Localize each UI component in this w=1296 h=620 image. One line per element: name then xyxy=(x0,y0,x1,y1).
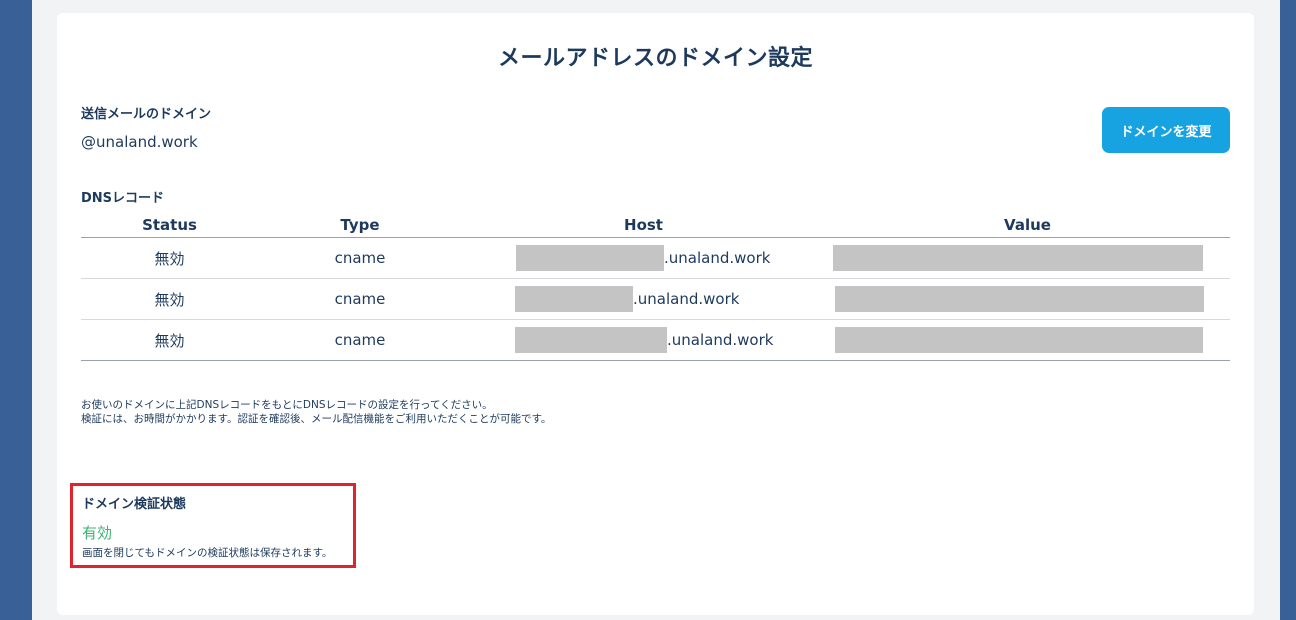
domain-settings-card: メールアドレスのドメイン設定 送信メールのドメイン @unaland.work … xyxy=(57,13,1254,615)
redacted-value xyxy=(835,286,1204,312)
instruction-line: お使いのドメインに上記DNSレコードをもとにDNSレコードの設定を行ってください… xyxy=(81,399,493,411)
host-cell: .unaland.work xyxy=(462,237,825,279)
column-header-type: Type xyxy=(258,213,462,238)
host-cell: .unaland.work xyxy=(462,319,825,361)
instruction-line: 検証には、お時間がかかります。認証を確認後、メール配信機能をご利用いただくことが… xyxy=(81,413,552,425)
change-domain-button[interactable]: ドメインを変更 xyxy=(1102,107,1230,153)
left-frame-bar xyxy=(0,0,32,620)
type-cell: cname xyxy=(258,237,462,279)
page-title: メールアドレスのドメイン設定 xyxy=(497,46,813,71)
status-cell: 無効 xyxy=(81,319,258,361)
column-header-host: Host xyxy=(462,213,825,238)
sending-domain-value: @unaland.work xyxy=(81,133,198,151)
host-suffix: .unaland.work xyxy=(633,290,740,308)
redacted-host-prefix xyxy=(515,286,633,312)
sending-domain-label: 送信メールのドメイン xyxy=(81,107,212,122)
column-header-status: Status xyxy=(81,213,258,238)
table-row: 無効 cname .unaland.work xyxy=(81,278,1230,320)
type-cell: cname xyxy=(258,319,462,361)
verification-status: 有効 xyxy=(82,524,113,542)
value-cell xyxy=(825,319,1230,361)
redacted-value xyxy=(834,327,1203,353)
verification-status-box: ドメイン検証状態 有効 画面を閉じてもドメインの検証状態は保存されます。 xyxy=(70,483,356,568)
dns-records-label: DNSレコード xyxy=(81,191,165,206)
right-frame-bar xyxy=(1280,0,1296,620)
table-row: 無効 cname .unaland.work xyxy=(81,319,1230,361)
dns-records-table: Status Type Host Value 無効 cname .unaland… xyxy=(81,213,1230,361)
status-cell: 無効 xyxy=(81,237,258,279)
host-suffix: .unaland.work xyxy=(664,249,771,267)
host-suffix: .unaland.work xyxy=(667,331,774,349)
verification-note: 画面を閉じてもドメインの検証状態は保存されます。 xyxy=(82,547,333,559)
dns-instructions: お使いのドメインに上記DNSレコードをもとにDNSレコードの設定を行ってください… xyxy=(81,398,551,426)
redacted-host-prefix xyxy=(516,245,664,271)
host-cell: .unaland.work xyxy=(462,278,825,320)
redacted-value xyxy=(832,245,1203,271)
column-header-value: Value xyxy=(825,213,1230,238)
type-cell: cname xyxy=(258,278,462,320)
table-header-row: Status Type Host Value xyxy=(81,213,1230,238)
redacted-host-prefix xyxy=(515,327,667,353)
verification-label: ドメイン検証状態 xyxy=(82,497,187,512)
value-cell xyxy=(825,237,1230,279)
table-row: 無効 cname .unaland.work xyxy=(81,237,1230,279)
value-cell xyxy=(825,278,1230,320)
status-cell: 無効 xyxy=(81,278,258,320)
